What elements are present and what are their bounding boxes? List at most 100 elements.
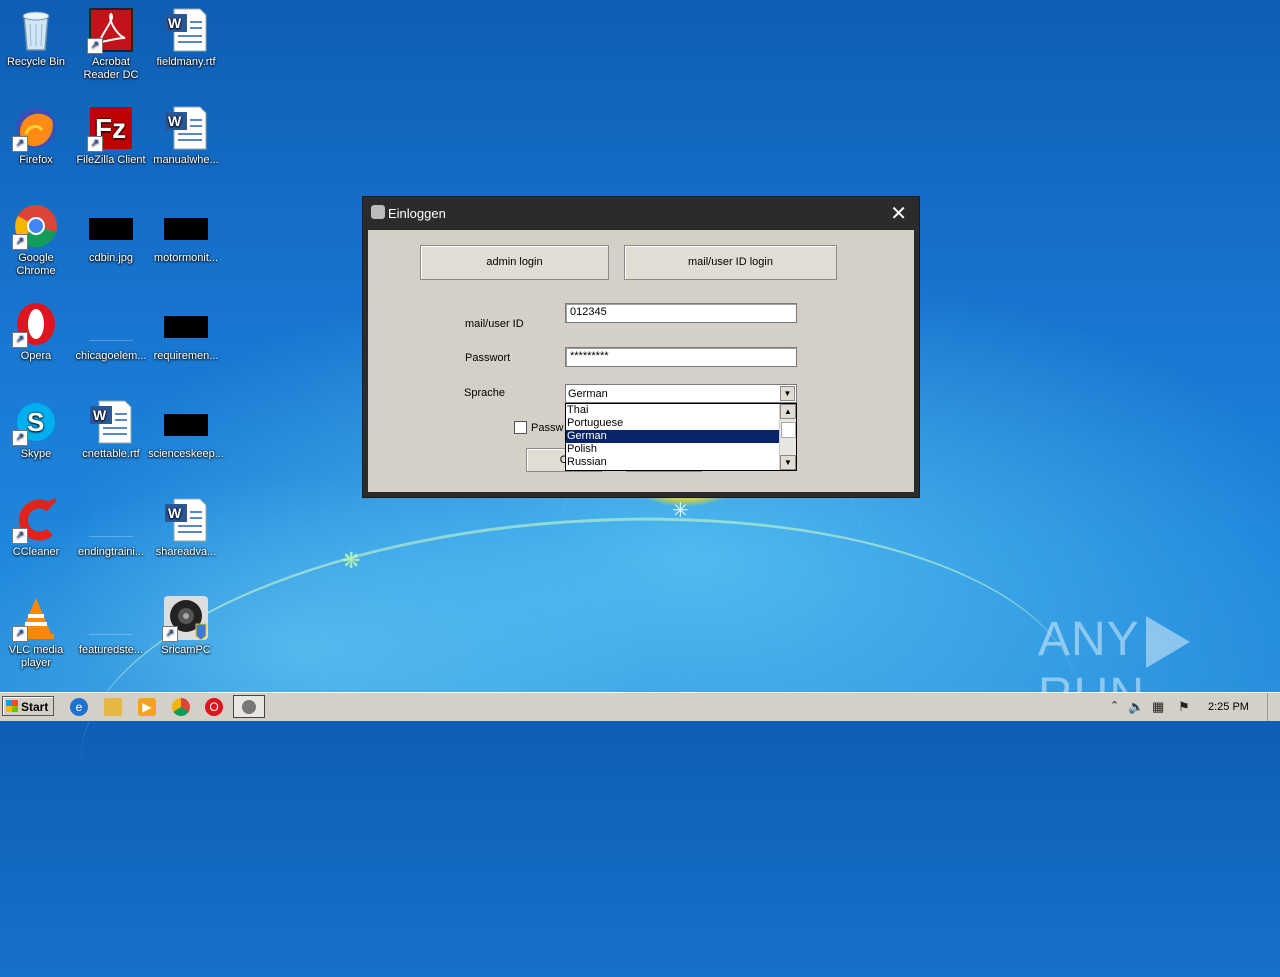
desktop-icon-label: endingtraini... bbox=[77, 546, 145, 558]
desktop-icon-motormonit[interactable]: motormonit... bbox=[148, 202, 224, 265]
wallpaper-leaf: ❋ bbox=[342, 548, 361, 573]
language-selected-value: German bbox=[568, 388, 608, 400]
file-icon bbox=[87, 594, 135, 642]
scroll-up-icon[interactable]: ▲ bbox=[780, 404, 796, 419]
taskbar-app-sricam[interactable] bbox=[233, 695, 265, 718]
image-file-icon bbox=[87, 202, 135, 250]
desktop-icon-ccleaner[interactable]: ↗ CCleaner bbox=[0, 496, 74, 559]
mail-user-id-field[interactable]: 012345 bbox=[565, 303, 797, 323]
word-document-icon: W bbox=[162, 6, 210, 54]
file-explorer-icon[interactable] bbox=[104, 698, 122, 716]
camera-icon bbox=[242, 700, 256, 714]
password-field[interactable]: ********* bbox=[565, 347, 797, 367]
sricam-icon: ↗ bbox=[162, 594, 210, 642]
svg-text:W: W bbox=[168, 505, 182, 521]
desktop-icon-label: Google Chrome bbox=[16, 252, 56, 277]
media-player-icon[interactable]: ▶ bbox=[138, 698, 156, 716]
desktop-icon-label: VLC media player bbox=[8, 644, 64, 669]
language-option-selected[interactable]: German bbox=[566, 430, 780, 443]
mail-user-id-label: mail/user ID bbox=[465, 318, 524, 330]
desktop-icon-label: featuredste... bbox=[78, 644, 144, 656]
desktop-icon-skype[interactable]: S ↗ Skype bbox=[0, 398, 74, 461]
language-select[interactable]: German ▼ bbox=[565, 384, 797, 403]
internet-explorer-icon[interactable]: e bbox=[70, 698, 88, 716]
taskbar-clock[interactable]: 2:25 PM bbox=[1208, 701, 1249, 713]
language-dropdown-list[interactable]: Thai Portuguese German Polish Russian ▲ … bbox=[565, 403, 797, 471]
desktop-icon-sricampc[interactable]: ↗ SricamPC bbox=[148, 594, 224, 657]
start-label: Start bbox=[21, 700, 49, 714]
desktop-icon-recycle-bin[interactable]: Recycle Bin bbox=[0, 6, 74, 69]
desktop-icon-scienceskeep[interactable]: scienceskeep... bbox=[148, 398, 224, 461]
desktop-icon-endingtraini[interactable]: endingtraini... bbox=[73, 496, 149, 559]
volume-icon[interactable]: 🔈 bbox=[1128, 699, 1144, 715]
language-option[interactable]: Polish bbox=[566, 443, 796, 456]
scroll-down-icon[interactable]: ▼ bbox=[780, 455, 796, 470]
desktop-icon-featuredste[interactable]: featuredste... bbox=[73, 594, 149, 657]
desktop-icon-chrome[interactable]: ↗ Google Chrome bbox=[0, 202, 74, 278]
desktop-icon-acrobat[interactable]: ↗ Acrobat Reader DC bbox=[73, 6, 149, 82]
desktop-icon-label: requiremen... bbox=[153, 350, 219, 362]
chrome-icon: ↗ bbox=[12, 202, 60, 250]
action-center-flag-icon[interactable]: ⚑ bbox=[1178, 699, 1190, 715]
language-option[interactable]: Thai bbox=[566, 404, 796, 417]
desktop-icon-label: FileZilla Client bbox=[76, 154, 146, 166]
shortcut-arrow-icon: ↗ bbox=[12, 332, 28, 348]
desktop-icon-requiremen[interactable]: requiremen... bbox=[148, 300, 224, 363]
shortcut-arrow-icon: ↗ bbox=[12, 136, 28, 152]
admin-login-button[interactable]: admin login bbox=[420, 245, 609, 280]
desktop-icon-label: Opera bbox=[20, 350, 52, 362]
desktop-icon-vlc[interactable]: ↗ VLC media player bbox=[0, 594, 74, 670]
start-button[interactable]: Start bbox=[2, 696, 54, 716]
close-icon[interactable]: ✕ bbox=[890, 201, 907, 226]
app-camera-icon bbox=[371, 205, 385, 219]
watermark-left-text: ANY bbox=[1038, 613, 1140, 666]
desktop-icon-manualwhe[interactable]: W manualwhe... bbox=[148, 104, 224, 167]
windows-logo-icon bbox=[6, 700, 18, 712]
show-hidden-icons-icon[interactable]: ⌃ bbox=[1110, 699, 1119, 712]
remember-password-checkbox[interactable] bbox=[514, 421, 527, 434]
desktop-icon-label: cnettable.rtf bbox=[82, 448, 140, 460]
shortcut-arrow-icon: ↗ bbox=[12, 528, 28, 544]
desktop-icon-label: shareadva... bbox=[155, 546, 217, 558]
desktop-icon-filezilla[interactable]: Fz ↗ FileZilla Client bbox=[73, 104, 149, 167]
desktop-icon-cnettable[interactable]: W cnettable.rtf bbox=[73, 398, 149, 461]
word-document-icon: W bbox=[162, 104, 210, 152]
filezilla-icon: Fz ↗ bbox=[87, 104, 135, 152]
show-desktop-button[interactable] bbox=[1267, 693, 1280, 721]
skype-icon: S ↗ bbox=[12, 398, 60, 446]
desktop-icon-label: Acrobat Reader DC bbox=[83, 56, 139, 81]
shortcut-arrow-icon: ↗ bbox=[12, 234, 28, 250]
acrobat-icon: ↗ bbox=[87, 6, 135, 54]
dropdown-scrollbar[interactable]: ▲ ▼ bbox=[779, 404, 796, 470]
desktop-icon-chicagoelem[interactable]: chicagoelem... bbox=[73, 300, 149, 363]
file-icon bbox=[87, 496, 135, 544]
desktop-icon-label: cdbin.jpg bbox=[88, 252, 134, 264]
network-icon[interactable]: ▦ bbox=[1152, 699, 1164, 715]
shortcut-arrow-icon: ↗ bbox=[87, 38, 103, 54]
chevron-down-icon[interactable]: ▼ bbox=[780, 386, 795, 401]
desktop-icon-shareadva[interactable]: W shareadva... bbox=[148, 496, 224, 559]
language-option[interactable]: Russian bbox=[566, 456, 796, 469]
language-option[interactable]: Portuguese bbox=[566, 417, 796, 430]
wallpaper-sparkle: ✳ bbox=[672, 500, 689, 522]
desktop-icon-cdbin[interactable]: cdbin.jpg bbox=[73, 202, 149, 265]
mail-login-button[interactable]: mail/user ID login bbox=[624, 245, 837, 280]
dialog-titlebar[interactable]: Einloggen ✕ bbox=[363, 197, 919, 229]
word-document-icon: W bbox=[162, 496, 210, 544]
scrollbar-thumb[interactable] bbox=[781, 422, 796, 438]
desktop-icon-label: SricamPC bbox=[161, 644, 211, 656]
desktop-icon-label: chicagoelem... bbox=[75, 350, 147, 362]
opera-taskbar-icon[interactable]: O bbox=[205, 698, 223, 716]
vlc-icon: ↗ bbox=[12, 594, 60, 642]
desktop-icon-label: CCleaner bbox=[12, 546, 60, 558]
svg-text:S: S bbox=[27, 407, 44, 437]
login-dialog: Einloggen ✕ admin login mail/user ID log… bbox=[362, 196, 920, 498]
word-document-icon: W bbox=[87, 398, 135, 446]
svg-text:W: W bbox=[168, 113, 182, 129]
chrome-taskbar-icon[interactable] bbox=[172, 698, 190, 716]
file-icon bbox=[162, 300, 210, 348]
file-icon bbox=[162, 202, 210, 250]
desktop-icon-firefox[interactable]: ↗ Firefox bbox=[0, 104, 74, 167]
desktop-icon-fieldmany[interactable]: W fieldmany.rtf bbox=[148, 6, 224, 69]
desktop-icon-opera[interactable]: ↗ Opera bbox=[0, 300, 74, 363]
